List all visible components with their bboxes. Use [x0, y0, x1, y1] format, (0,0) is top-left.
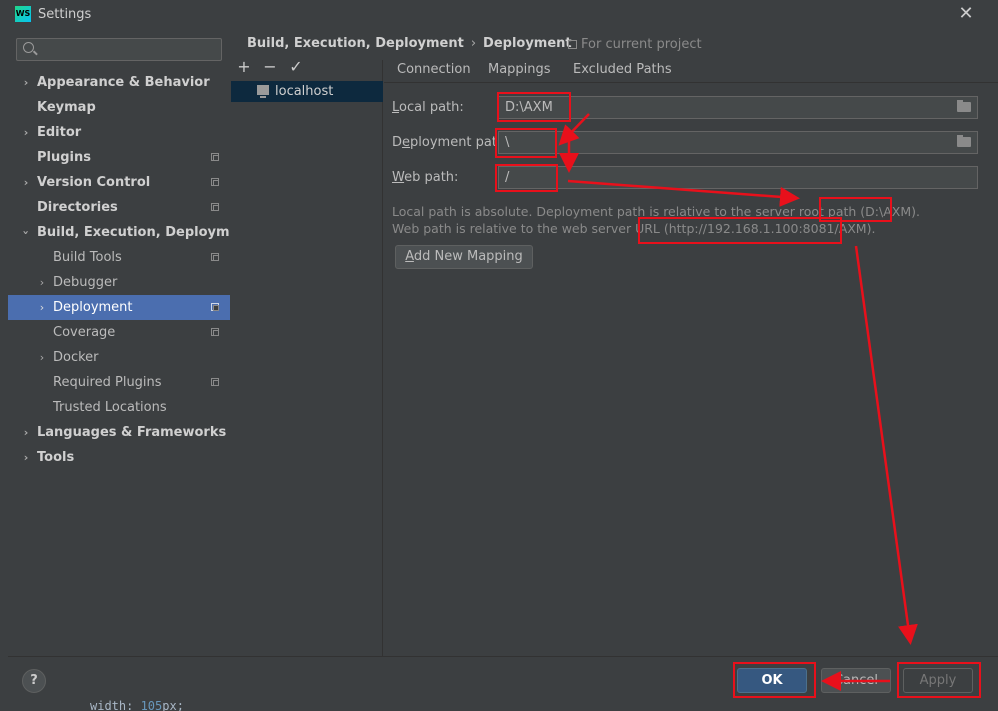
scope-text: For current project [581, 37, 702, 52]
folder-browse-icon[interactable] [957, 100, 971, 112]
project-scope-icon [211, 203, 219, 211]
search-icon [23, 42, 34, 53]
editor-code-behind: width: 105px; [90, 699, 184, 711]
sidebar-item-label: Deployment [53, 300, 133, 315]
chevron-right-icon: › [23, 76, 29, 89]
sidebar-item-label: Editor [37, 125, 82, 140]
chevron-down-icon: › [19, 230, 33, 235]
sidebar-item-version-control[interactable]: › Version Control [8, 170, 230, 195]
tab-connection[interactable]: Connection [397, 62, 471, 82]
sidebar-item-keymap[interactable]: Keymap [8, 95, 230, 120]
deployment-path-value: \ [505, 135, 510, 150]
breadcrumb-separator-icon: › [470, 36, 477, 51]
title-bar: WS Settings ✕ [0, 0, 998, 30]
sidebar-item-languages-frameworks[interactable]: › Languages & Frameworks [8, 420, 230, 445]
chevron-right-icon: › [23, 451, 29, 464]
apply-button[interactable]: Apply [903, 668, 973, 693]
sidebar-item-plugins[interactable]: Plugins [8, 145, 230, 170]
sidebar-item-label: Version Control [37, 175, 151, 190]
project-scope-icon [211, 153, 219, 161]
sidebar-item-label: Keymap [37, 100, 96, 115]
settings-search-input[interactable] [16, 38, 222, 61]
sidebar-item-label: Directories [37, 200, 118, 215]
chevron-right-icon: › [23, 126, 29, 139]
sidebar-item-debugger[interactable]: › Debugger [8, 270, 230, 295]
sidebar-item-appearance[interactable]: › Appearance & Behavior [8, 70, 230, 95]
sidebar-item-directories[interactable]: Directories [8, 195, 230, 220]
chevron-right-icon: › [39, 276, 45, 289]
sidebar-item-editor[interactable]: › Editor [8, 120, 230, 145]
breadcrumb-current: Deployment [483, 36, 572, 51]
deployment-path-label: Deployment path: [392, 135, 510, 150]
sidebar-item-coverage[interactable]: Coverage [8, 320, 230, 345]
webstorm-logo-icon: WS [15, 6, 31, 22]
sidebar-item-tools[interactable]: › Tools [8, 445, 230, 470]
add-new-mapping-button[interactable]: Add New Mapping [395, 245, 533, 269]
window-title: Settings [38, 7, 92, 22]
close-icon[interactable]: ✕ [955, 3, 977, 25]
server-item-label: localhost [275, 84, 334, 99]
server-item-localhost[interactable]: localhost [231, 81, 383, 102]
sidebar-item-trusted-locations[interactable]: Trusted Locations [8, 395, 230, 420]
web-path-input[interactable]: / [498, 166, 978, 189]
sidebar-item-label: Languages & Frameworks [37, 425, 227, 440]
remove-server-icon[interactable]: − [261, 58, 279, 76]
web-path-value: / [505, 170, 510, 185]
project-scope-icon [211, 328, 219, 336]
scope-label: For current project [568, 37, 702, 52]
local-path-input[interactable]: D:\AXM [498, 96, 978, 119]
project-scope-icon [211, 253, 219, 261]
server-icon [257, 85, 269, 98]
chevron-right-icon: › [23, 426, 29, 439]
breadcrumb-parent[interactable]: Build, Execution, Deployment [247, 36, 464, 51]
sidebar-item-label: Build Tools [53, 250, 122, 265]
path-hint-line-2: Web path is relative to the web server U… [392, 221, 876, 236]
sidebar-item-docker[interactable]: › Docker [8, 345, 230, 370]
folder-browse-icon[interactable] [957, 135, 971, 147]
tab-excluded-paths[interactable]: Excluded Paths [573, 62, 672, 82]
local-path-value: D:\AXM [505, 100, 553, 115]
help-icon[interactable]: ? [22, 669, 46, 693]
project-scope-icon [211, 378, 219, 386]
sidebar-item-label: Required Plugins [53, 375, 162, 390]
sidebar-item-build-tools[interactable]: Build Tools [8, 245, 230, 270]
web-path-label: Web path: [392, 170, 459, 185]
sidebar-item-label: Trusted Locations [53, 400, 167, 415]
path-hint-line-1: Local path is absolute. Deployment path … [392, 204, 920, 219]
sidebar-item-required-plugins[interactable]: Required Plugins [8, 370, 230, 395]
project-scope-icon [211, 178, 219, 186]
deployment-path-input[interactable]: \ [498, 131, 978, 154]
chevron-right-icon: › [23, 176, 29, 189]
sidebar-item-label: Debugger [53, 275, 118, 290]
add-server-icon[interactable]: + [235, 58, 253, 76]
sidebar-item-label: Build, Execution, Deployment [37, 225, 254, 240]
ok-button[interactable]: OK [737, 668, 807, 693]
breadcrumb: Build, Execution, Deployment › Deployment [247, 36, 572, 54]
set-default-check-icon[interactable]: ✓ [287, 58, 305, 76]
sidebar-item-build-execution-deployment[interactable]: › Build, Execution, Deployment [8, 220, 254, 245]
settings-window: WS Settings ✕ › Appearance & Behavior Ke… [0, 0, 998, 711]
sidebar-item-label: Docker [53, 350, 99, 365]
project-scope-icon [568, 40, 577, 49]
server-list-panel [231, 60, 383, 656]
chevron-right-icon: › [39, 301, 45, 314]
project-scope-icon [211, 303, 219, 311]
sidebar-item-deployment[interactable]: › Deployment [8, 295, 230, 320]
sidebar-item-label: Coverage [53, 325, 116, 340]
tab-mappings[interactable]: Mappings [478, 62, 561, 85]
sidebar-item-label: Plugins [37, 150, 91, 165]
chevron-right-icon: › [39, 351, 45, 364]
local-path-label: Local path: [392, 100, 464, 115]
sidebar-item-label: Tools [37, 450, 75, 465]
cancel-button[interactable]: Cancel [821, 668, 891, 693]
sidebar-item-label: Appearance & Behavior [37, 75, 210, 90]
